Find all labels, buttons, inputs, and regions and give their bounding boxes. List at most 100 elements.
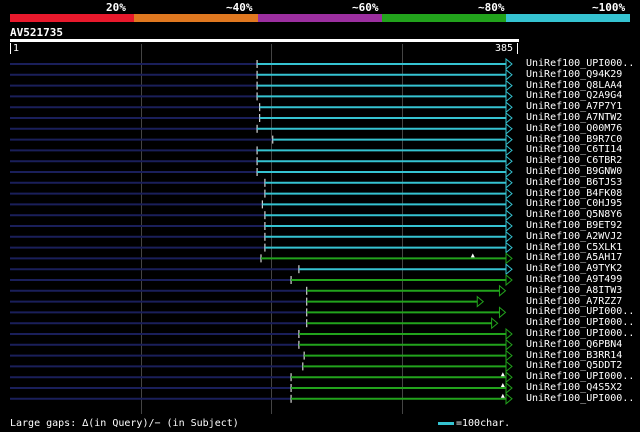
- hit-label[interactable]: UniRef100_Q94K29: [526, 69, 622, 80]
- hit-label[interactable]: UniRef100_UPI000..: [526, 328, 634, 339]
- hit-row[interactable]: [10, 176, 513, 189]
- hit-label[interactable]: UniRef100_A7RZZ7: [526, 296, 622, 307]
- hit-row[interactable]: [10, 327, 513, 341]
- hit-label[interactable]: UniRef100_UPI000..: [526, 306, 634, 317]
- hit-end-arrow: [505, 176, 513, 189]
- hit-row[interactable]: [10, 360, 513, 373]
- hit-end-arrow: [505, 371, 513, 384]
- hit-row[interactable]: [10, 122, 513, 135]
- hit-end-arrow: [505, 230, 513, 243]
- gap-legend: Large gaps: ∆(in Query)/− (in Subject): [10, 418, 239, 429]
- hit-label[interactable]: UniRef100_UPI000..: [526, 371, 634, 382]
- hit-label[interactable]: UniRef100_B4FK08: [526, 188, 622, 199]
- hit-row[interactable]: [10, 263, 513, 276]
- hit-end-arrow: [505, 263, 513, 276]
- hit-row[interactable]: [10, 230, 513, 243]
- hit-row[interactable]: [10, 111, 513, 125]
- hit-row[interactable]: [10, 252, 513, 265]
- hit-label[interactable]: UniRef100_UPI000..: [526, 317, 634, 328]
- hit-end-arrow: [505, 79, 513, 92]
- hit-label[interactable]: UniRef100_A8ITW3: [526, 285, 622, 296]
- hit-row[interactable]: [10, 57, 513, 71]
- hit-label[interactable]: UniRef100_C6TI14: [526, 144, 622, 155]
- hit-row[interactable]: [10, 338, 513, 351]
- hit-end-arrow: [505, 241, 513, 254]
- hit-end-arrow: [505, 360, 513, 373]
- hit-label[interactable]: UniRef100_C0HJ95: [526, 198, 622, 209]
- hit-row[interactable]: [10, 392, 513, 405]
- hit-label[interactable]: UniRef100_Q6PBN4: [526, 339, 622, 350]
- hit-label[interactable]: UniRef100_B9ET92: [526, 220, 622, 231]
- hit-label[interactable]: UniRef100_Q5N8Y6: [526, 209, 622, 220]
- hit-label[interactable]: UniRef100_Q4S5X2: [526, 382, 622, 393]
- hit-row[interactable]: [10, 241, 513, 254]
- hit-label[interactable]: UniRef100_A9TYK2: [526, 263, 622, 274]
- hit-end-arrow: [498, 306, 507, 319]
- hit-row[interactable]: [10, 90, 513, 103]
- hit-label[interactable]: UniRef100_Q2A9G4: [526, 90, 622, 101]
- hit-end-arrow: [505, 381, 513, 395]
- hit-end-arrow: [476, 295, 485, 308]
- hit-row[interactable]: [10, 198, 513, 211]
- hit-end-arrow: [505, 273, 513, 287]
- hit-label[interactable]: UniRef100_B9R7C0: [526, 134, 622, 145]
- hit-end-arrow: [505, 187, 513, 200]
- hit-label[interactable]: UniRef100_UPI000..: [526, 393, 634, 404]
- hit-label[interactable]: UniRef100_Q00M76: [526, 123, 622, 134]
- hit-end-arrow: [505, 327, 513, 341]
- hit-end-arrow: [505, 122, 513, 135]
- hit-label[interactable]: UniRef100_UPI000..: [526, 58, 634, 69]
- hit-row[interactable]: [10, 133, 513, 146]
- scale-label: =100char.: [456, 418, 511, 429]
- hit-end-arrow: [498, 284, 507, 297]
- hit-label[interactable]: UniRef100_B3RR14: [526, 350, 622, 361]
- hit-label[interactable]: UniRef100_A2WVJ2: [526, 231, 622, 242]
- hit-label[interactable]: UniRef100_C6TBR2: [526, 155, 622, 166]
- hit-end-arrow: [505, 209, 513, 222]
- hit-end-arrow: [505, 111, 513, 125]
- hit-label[interactable]: UniRef100_A7NTW2: [526, 112, 622, 123]
- hit-label[interactable]: UniRef100_Q8LAA4: [526, 80, 622, 91]
- hit-end-arrow: [505, 219, 513, 233]
- hit-row[interactable]: [10, 371, 513, 384]
- hit-label[interactable]: UniRef100_C5XLK1: [526, 242, 622, 253]
- hit-row[interactable]: [10, 79, 513, 92]
- query-gap-icon: [500, 393, 505, 398]
- hit-end-arrow: [505, 338, 513, 351]
- hit-end-arrow: [505, 165, 513, 179]
- hit-row[interactable]: [10, 219, 513, 233]
- hit-row[interactable]: [10, 349, 513, 362]
- hit-label[interactable]: UniRef100_A7P7Y1: [526, 101, 622, 112]
- scale-legend: =100char.: [438, 418, 510, 429]
- hit-end-arrow: [505, 101, 513, 114]
- hit-label[interactable]: UniRef100_B6TJS3: [526, 177, 622, 188]
- hit-end-arrow: [505, 252, 513, 265]
- query-gap-icon: [500, 383, 505, 387]
- hit-row[interactable]: [10, 155, 513, 168]
- hit-row[interactable]: [10, 68, 513, 81]
- hit-label[interactable]: UniRef100_A9T499: [526, 274, 622, 285]
- hit-end-arrow: [505, 155, 513, 168]
- hit-end-arrow: [505, 392, 513, 405]
- hit-label[interactable]: UniRef100_A5AH17: [526, 252, 622, 263]
- hit-row[interactable]: [10, 306, 507, 319]
- hit-row[interactable]: [10, 317, 499, 330]
- hit-end-arrow: [505, 90, 513, 103]
- hit-row[interactable]: [10, 284, 507, 297]
- hit-row[interactable]: [10, 273, 513, 287]
- hit-row[interactable]: [10, 209, 513, 222]
- hit-end-arrow: [505, 57, 513, 71]
- hit-row[interactable]: [10, 144, 513, 157]
- hit-end-arrow: [505, 68, 513, 81]
- hit-row[interactable]: [10, 381, 513, 395]
- hit-row[interactable]: [10, 165, 513, 179]
- hit-label[interactable]: UniRef100_Q5DDT2: [526, 360, 622, 371]
- hit-row[interactable]: [10, 101, 513, 114]
- hit-end-arrow: [505, 144, 513, 157]
- hit-row[interactable]: [10, 187, 513, 200]
- hit-end-arrow: [491, 317, 499, 330]
- hit-label[interactable]: UniRef100_B9GNW0: [526, 166, 622, 177]
- hit-end-arrow: [505, 133, 513, 146]
- scale-bar: [438, 421, 454, 425]
- hit-row[interactable]: [10, 295, 485, 308]
